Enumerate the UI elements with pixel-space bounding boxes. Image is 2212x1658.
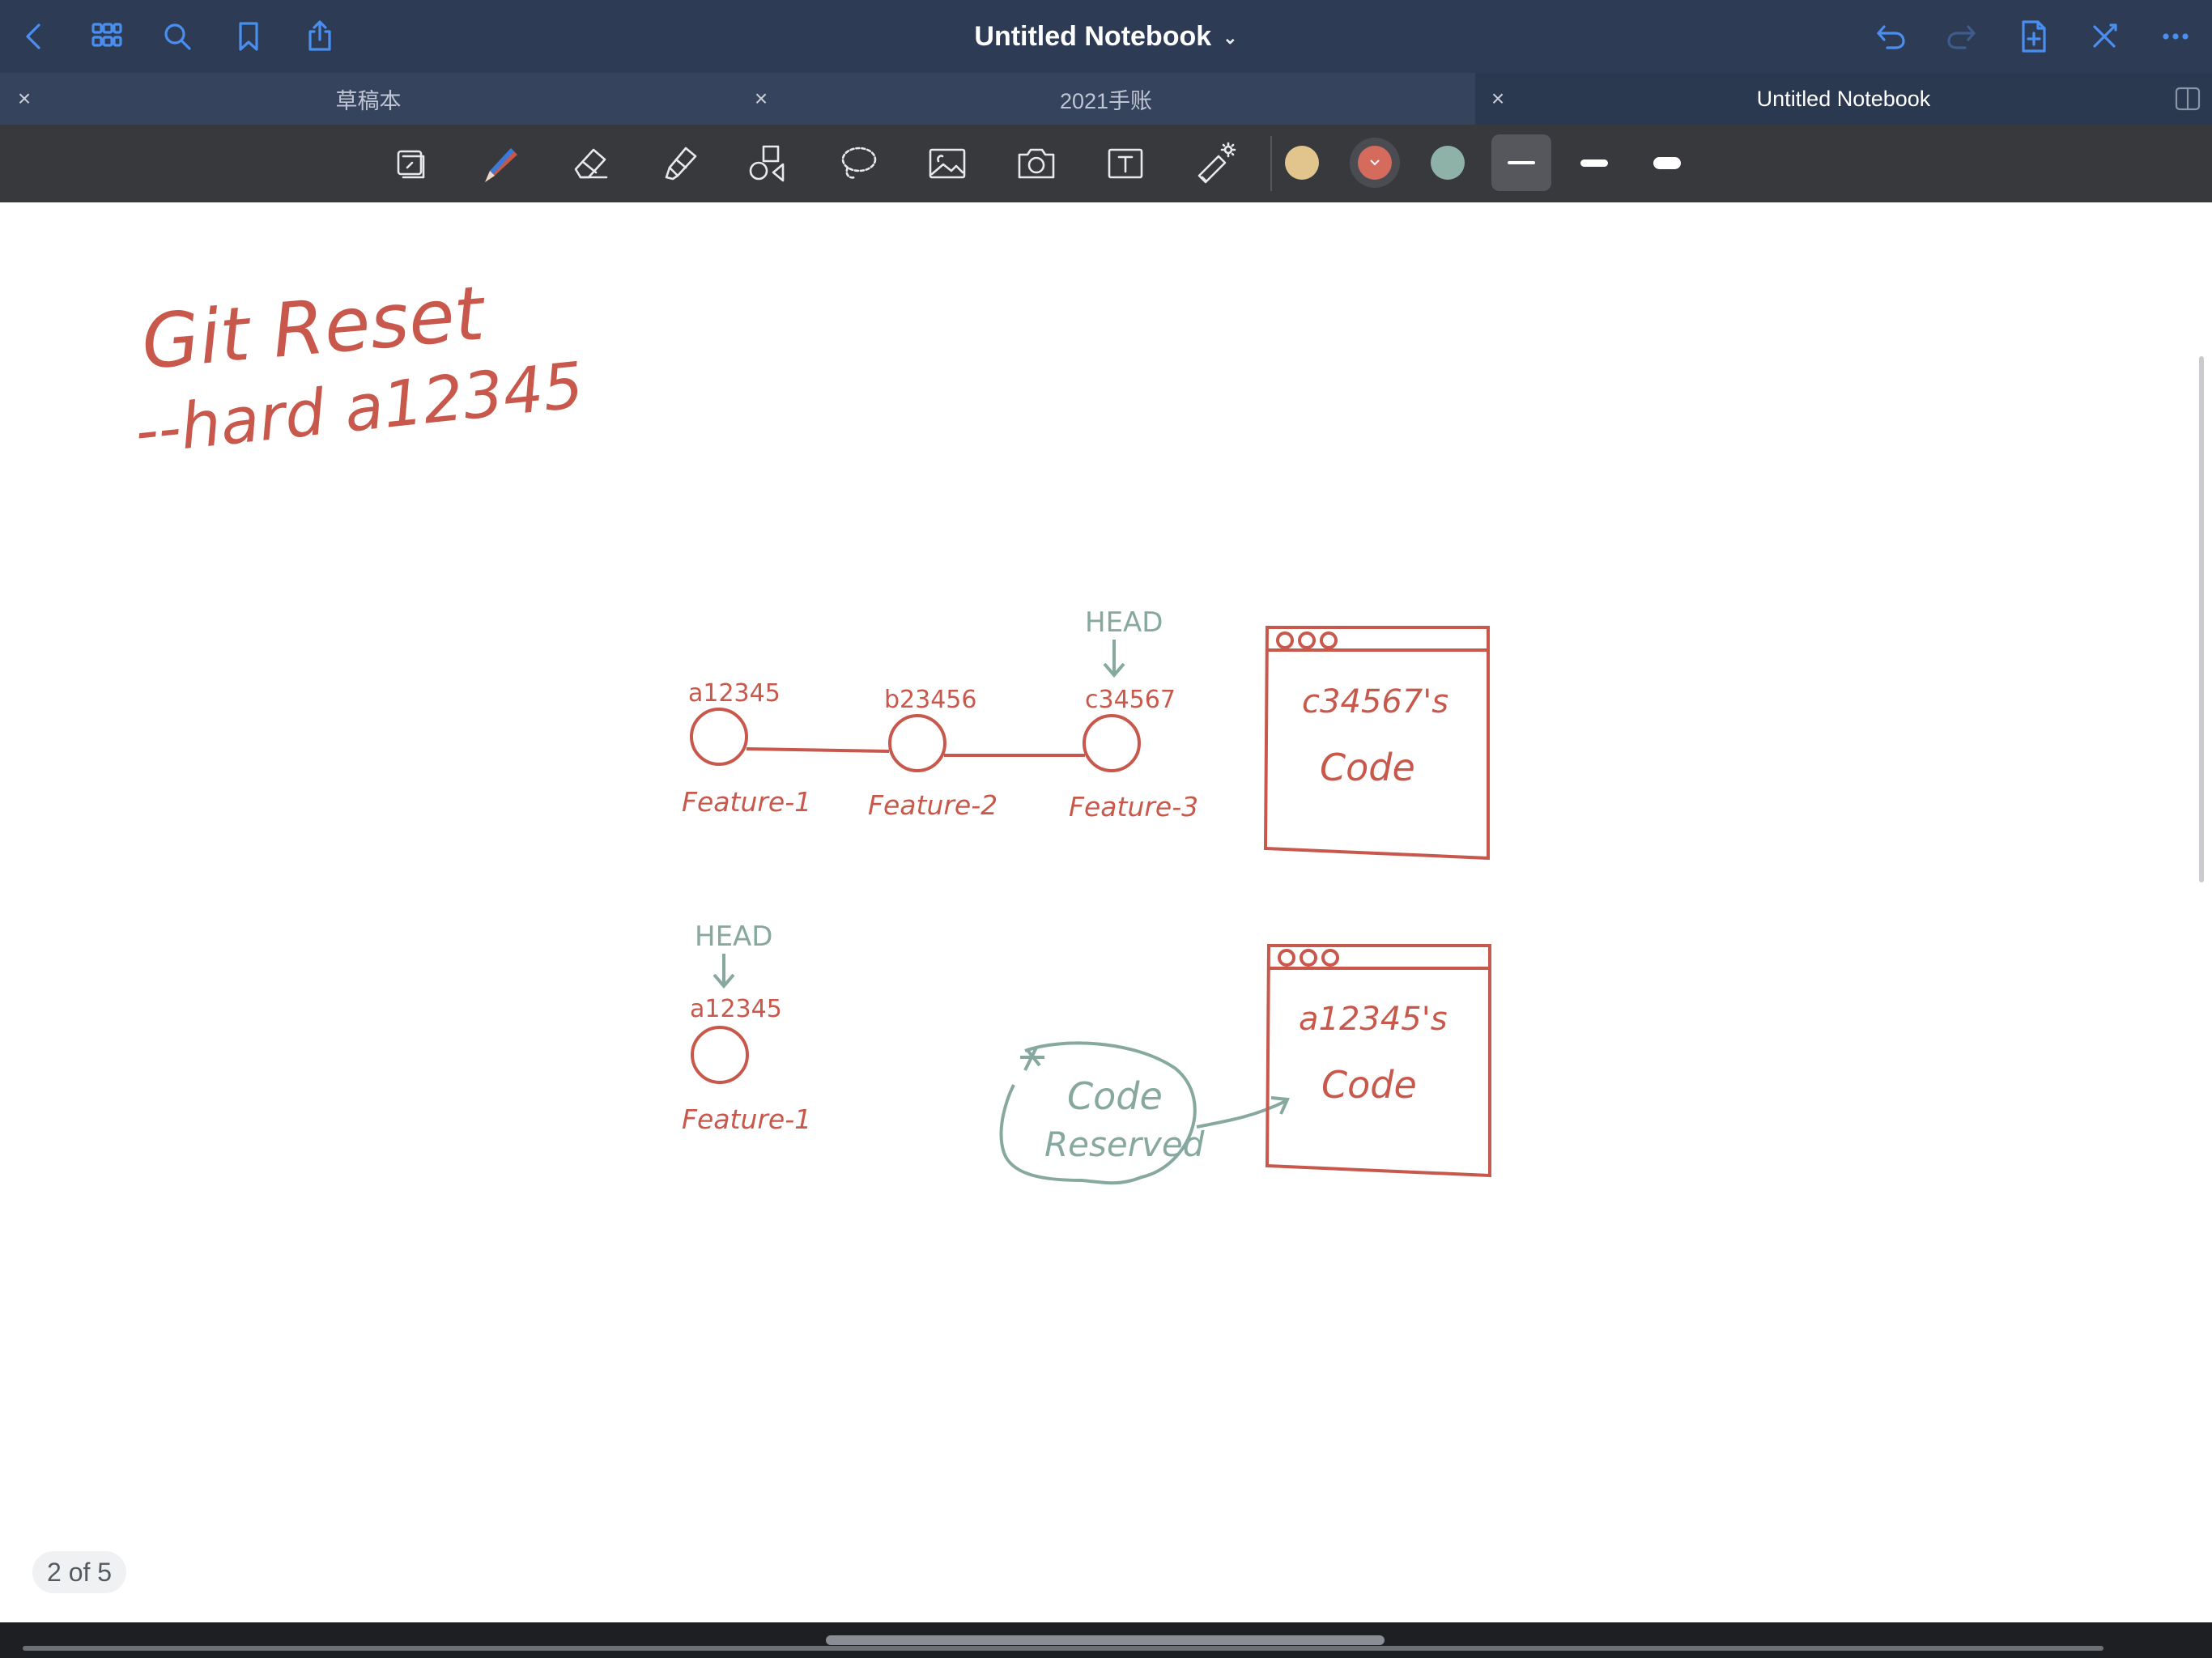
tab-label: Untitled Notebook: [1756, 86, 1931, 111]
commit-id: c34567: [1085, 686, 1176, 714]
commit-label: Feature-2: [868, 789, 998, 821]
medium-line-icon: [1580, 159, 1608, 167]
window-body: Code: [1320, 746, 1415, 789]
tab-close-icon[interactable]: ×: [1482, 73, 1514, 125]
notebook-title[interactable]: Untitled Notebook ⌄: [782, 0, 1430, 73]
more-icon[interactable]: [2152, 13, 2199, 60]
thick-line-icon: [1653, 156, 1681, 169]
share-icon[interactable]: [296, 13, 343, 60]
window-body: Code: [1321, 1063, 1417, 1107]
thickness-medium-button[interactable]: [1564, 134, 1624, 191]
thin-line-icon: [1508, 161, 1535, 164]
vertical-scrollbar[interactable]: [2199, 356, 2204, 882]
head-arrow: [713, 954, 735, 989]
commit-link: [746, 747, 890, 753]
laser-pointer-icon[interactable]: [1187, 136, 1242, 191]
commit-node: [888, 714, 946, 772]
cloud-text: Code: [1067, 1074, 1163, 1118]
thickness-thin-button[interactable]: [1491, 134, 1551, 191]
toolbar-divider: [1270, 136, 1272, 191]
undo-icon[interactable]: [1867, 13, 1914, 60]
notebook-page[interactable]: Git Reset --hard a12345 a12345 b23456 c3…: [0, 202, 2212, 1619]
grid-icon[interactable]: [83, 13, 130, 60]
split-view-icon[interactable]: [2175, 86, 2201, 112]
head-arrow: [1103, 640, 1125, 678]
cloud-mark: [1020, 1047, 1044, 1071]
head-label: HEAD: [695, 920, 773, 953]
redo-icon[interactable]: [1938, 13, 1985, 60]
tab-close-icon[interactable]: ×: [745, 73, 777, 125]
search-icon[interactable]: [154, 13, 201, 60]
thickness-thick-button[interactable]: [1637, 134, 1697, 191]
commit-node: [690, 708, 748, 766]
navigation-bar: Untitled Notebook ⌄: [0, 0, 2212, 73]
commit-id: a12345: [688, 679, 781, 708]
add-page-icon[interactable]: [2010, 13, 2057, 60]
commit-node: [1083, 714, 1141, 772]
commit-node: [691, 1026, 749, 1084]
close-pen-icon[interactable]: [2081, 13, 2128, 60]
home-indicator[interactable]: [826, 1635, 1385, 1645]
tab-bar: 草稿本 × 2021手账 × Untitled Notebook ×: [0, 73, 2212, 125]
lasso-icon[interactable]: [831, 136, 886, 191]
color-swatch-red[interactable]: [1358, 146, 1392, 180]
color-swatch-teal[interactable]: [1431, 146, 1465, 180]
commit-id: a12345: [690, 995, 782, 1023]
pen-icon[interactable]: [473, 136, 528, 191]
commit-label: Feature-3: [1069, 791, 1198, 823]
commit-label: Feature-1: [682, 786, 811, 818]
notebook-title-text[interactable]: Untitled Notebook: [974, 21, 1211, 53]
shapes-icon[interactable]: [740, 136, 795, 191]
code-window-bottom: [1265, 944, 1491, 1178]
color-swatch-sand[interactable]: [1285, 146, 1319, 180]
head-label: HEAD: [1085, 606, 1163, 639]
code-window-top: [1263, 626, 1490, 861]
back-icon[interactable]: [11, 13, 58, 60]
page-layout-icon[interactable]: [384, 136, 439, 191]
commit-id: b23456: [884, 686, 976, 714]
image-icon[interactable]: [920, 136, 975, 191]
window-title: a12345's: [1299, 1001, 1448, 1038]
horizontal-scroll-track: [23, 1646, 2104, 1651]
chevron-down-icon: [1370, 159, 1380, 166]
tab-label: 草稿本: [335, 88, 402, 113]
text-icon[interactable]: [1098, 136, 1153, 191]
tab-2021-journal[interactable]: 2021手账: [738, 73, 1474, 125]
chevron-down-icon[interactable]: ⌄: [1223, 28, 1237, 49]
tab-scratchpad[interactable]: 草稿本: [0, 73, 737, 125]
page-indicator: 2 of 5: [32, 1551, 127, 1593]
tab-untitled-notebook[interactable]: Untitled Notebook: [1475, 73, 2212, 125]
camera-icon[interactable]: [1009, 136, 1064, 191]
cloud-arrow: [1196, 1096, 1290, 1129]
cloud-text: Reserved: [1044, 1124, 1205, 1164]
window-title: c34567's: [1302, 683, 1448, 721]
commit-label: Feature-1: [682, 1103, 811, 1135]
tab-close-icon[interactable]: ×: [8, 73, 40, 125]
tab-label: 2021手账: [1059, 88, 1153, 113]
bookmark-icon[interactable]: [225, 13, 272, 60]
eraser-icon[interactable]: [564, 136, 619, 191]
handwritten-notes: Git Reset --hard a12345 a12345 b23456 c3…: [132, 270, 1491, 1185]
drawing-toolbar: [0, 125, 2212, 312]
highlighter-icon[interactable]: [653, 136, 708, 191]
